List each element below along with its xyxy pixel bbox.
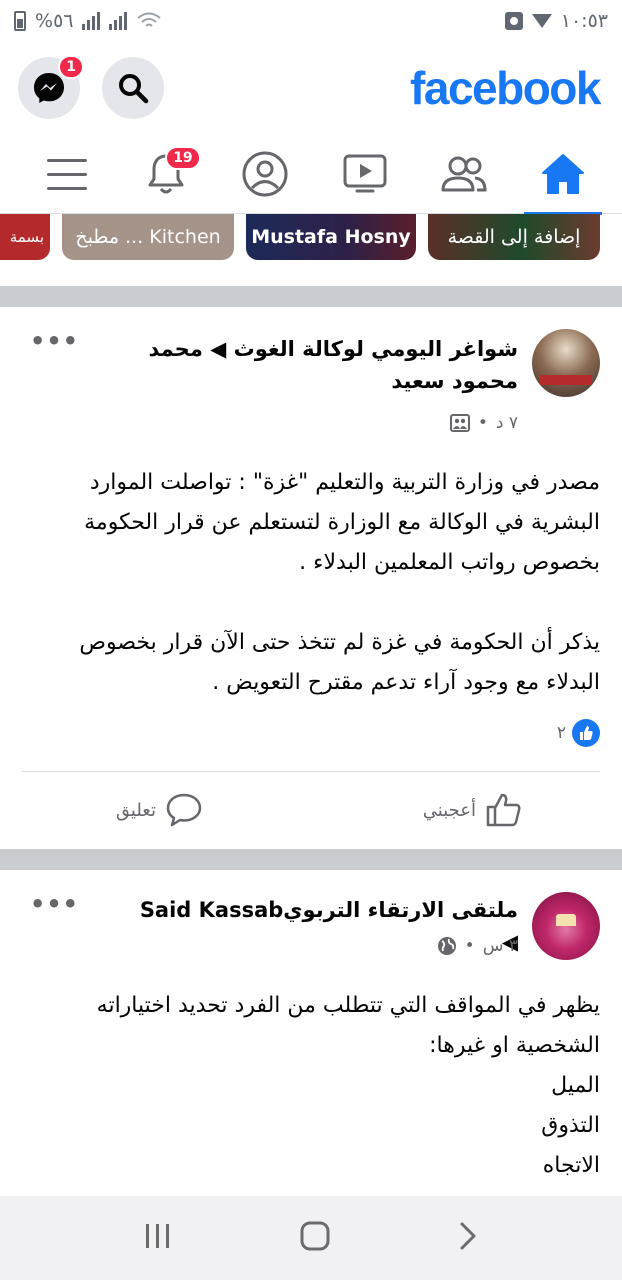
status-left: %٥٦ xyxy=(14,10,162,32)
wifi-icon xyxy=(137,12,162,27)
thumbs-up-icon xyxy=(486,793,521,827)
story-basma[interactable]: بسمة xyxy=(0,214,50,260)
more-options-button[interactable]: ••• xyxy=(30,890,79,918)
post-title[interactable]: شواغر اليومي لوكالة الغوث ◀ محمد محمود س… xyxy=(128,333,518,397)
search-button[interactable] xyxy=(102,57,164,119)
post-meta: ٣ س • xyxy=(437,936,518,956)
avatar-banner xyxy=(540,375,592,385)
post-card: ملتقى الارتقاء التربويSaid Kassab ◀ ••• … xyxy=(0,870,622,1196)
feed-separator xyxy=(0,849,622,870)
battery-level: %٥٦ xyxy=(35,10,74,32)
like-reaction-icon xyxy=(572,719,600,747)
back-icon xyxy=(460,1222,476,1250)
app-header: 1 facebook xyxy=(0,42,622,134)
post-paragraph: التذوق xyxy=(541,1113,600,1138)
tab-friends[interactable] xyxy=(425,134,503,214)
post-body: مصدر في وزارة التربية والتعليم "غزة" : ت… xyxy=(24,463,600,703)
reactions-count: ٢ xyxy=(556,723,566,743)
like-button[interactable]: أعجبني xyxy=(423,793,522,827)
messenger-icon xyxy=(34,73,64,103)
tab-notifications[interactable]: 19 xyxy=(127,134,205,214)
like-label: أعجبني xyxy=(422,799,476,821)
post-paragraph: مصدر في وزارة التربية والتعليم "غزة" : ت… xyxy=(84,470,600,575)
system-nav-bar xyxy=(0,1196,622,1280)
video-icon xyxy=(343,154,387,192)
post-body: يظهر في المواقف التي تتطلب من الفرد تحدي… xyxy=(24,986,600,1186)
post-avatar[interactable] xyxy=(532,329,600,397)
globe-icon xyxy=(437,937,456,955)
network-icon xyxy=(531,14,552,28)
comment-button[interactable]: تعليق xyxy=(116,793,202,827)
post-paragraph: يذكر أن الحكومة في غزة لم تتخذ حتى الآن … xyxy=(79,630,600,695)
signal-icon-2 xyxy=(109,12,128,30)
post-meta: ٧ د • xyxy=(449,413,518,433)
story-mustafa-hosny[interactable]: Mustafa Hosny xyxy=(246,214,416,260)
recent-apps-icon xyxy=(146,1224,169,1248)
status-right: ١٠:٥٣ xyxy=(504,10,608,32)
signal-icon xyxy=(82,12,101,30)
notifications-badge: 19 xyxy=(165,145,201,170)
menu-icon xyxy=(47,158,87,190)
status-bar: %٥٦ ١٠:٥٣ xyxy=(0,0,622,42)
story-basma-label: بسمة xyxy=(9,228,44,246)
back-button[interactable] xyxy=(458,1221,478,1255)
clock: ١٠:٥٣ xyxy=(560,10,608,32)
storage-icon xyxy=(504,12,523,30)
tab-menu[interactable] xyxy=(28,134,106,214)
story-add-label: إضافة إلى القصة xyxy=(447,226,581,248)
home-nav-icon xyxy=(300,1221,330,1251)
more-options-button[interactable]: ••• xyxy=(30,327,79,355)
post-card: شواغر اليومي لوكالة الغوث ◀ محمد محمود س… xyxy=(0,307,622,849)
post-paragraph: الاتجاه xyxy=(542,1153,600,1178)
tab-watch[interactable] xyxy=(326,134,404,214)
messenger-button[interactable]: 1 xyxy=(18,55,84,119)
post-paragraph: يظهر في المواقف التي تتطلب من الفرد تحدي… xyxy=(96,993,600,1058)
profile-icon xyxy=(242,151,288,196)
reactions-summary[interactable]: ٢ xyxy=(557,719,600,747)
post-time[interactable]: ٧ د xyxy=(496,413,518,433)
post-paragraph: الميل xyxy=(551,1073,600,1098)
avatar-crown xyxy=(556,914,576,926)
recent-apps-button[interactable] xyxy=(144,1223,172,1253)
home-nav-button[interactable] xyxy=(300,1221,330,1255)
meta-dot: • xyxy=(477,413,488,433)
post-avatar[interactable] xyxy=(532,892,600,960)
post-divider xyxy=(22,771,600,772)
tab-home[interactable] xyxy=(523,134,602,215)
comment-icon xyxy=(166,793,202,827)
comment-label: تعليق xyxy=(115,799,156,821)
meta-dot: • xyxy=(464,936,475,956)
group-icon xyxy=(449,414,470,432)
facebook-logo[interactable]: facebook xyxy=(410,61,601,115)
story-kitchen[interactable]: مطبخ ... Kitchen xyxy=(62,214,234,260)
friends-icon xyxy=(441,156,487,191)
feed-separator xyxy=(0,286,622,307)
tab-bar: 19 xyxy=(0,134,622,215)
post-time[interactable]: ٣ س xyxy=(483,936,518,956)
search-icon xyxy=(119,74,149,104)
story-add[interactable]: إضافة إلى القصة xyxy=(428,214,600,260)
tab-profile[interactable] xyxy=(226,134,304,214)
story-kitchen-label: مطبخ ... Kitchen xyxy=(75,226,221,248)
stories-strip: إضافة إلى القصة Mustafa Hosny مطبخ ... K… xyxy=(0,214,622,286)
messenger-badge: 1 xyxy=(58,55,84,79)
story-mustafa-label: Mustafa Hosny xyxy=(251,226,411,248)
home-icon xyxy=(541,153,584,194)
battery-icon xyxy=(14,11,26,31)
header-actions: 1 xyxy=(18,55,164,119)
